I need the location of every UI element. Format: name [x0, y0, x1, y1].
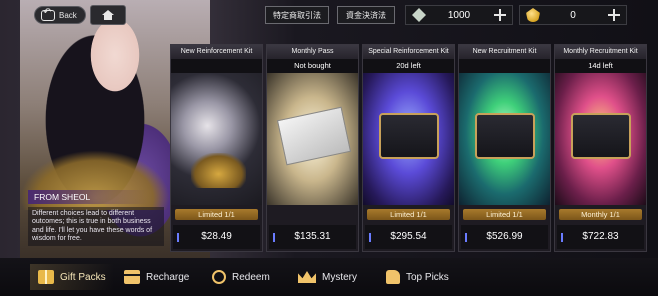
coin-amount: 0	[570, 9, 576, 21]
coin-currency: 0	[519, 5, 627, 25]
back-label: Back	[59, 10, 77, 20]
pack-status: Not bought	[267, 59, 358, 73]
story-panel: FROM SHEOL Different choices lead to dif…	[28, 190, 166, 264]
gift-icon	[38, 270, 54, 284]
pack-title: Monthly Pass	[267, 45, 358, 59]
pack-price-button[interactable]: $28.49	[173, 225, 260, 249]
pack-title: New Recruitment Kit	[459, 45, 550, 59]
bottom-nav: Gift Packs Recharge Redeem Mystery Top P…	[0, 258, 658, 296]
tab-mystery[interactable]: Mystery	[298, 264, 357, 290]
home-button[interactable]	[90, 5, 126, 25]
payment-law-button[interactable]: 資金決済法	[337, 6, 395, 24]
pack-price-button[interactable]: $135.31	[269, 225, 356, 249]
pack-title: Special Reinforcement Kit	[363, 45, 454, 59]
tab-label: Recharge	[146, 271, 190, 283]
coin-icon	[526, 8, 540, 22]
home-icon	[102, 10, 114, 20]
price-marker	[369, 233, 371, 242]
pack-card-new-recruitment-kit[interactable]: New Recruitment Kit Limited 1/1 $526.99	[458, 44, 551, 252]
pack-price-button[interactable]: $722.83	[557, 225, 644, 249]
price-marker	[465, 233, 467, 242]
pack-price-button[interactable]: $526.99	[461, 225, 548, 249]
pack-price: $28.49	[201, 231, 232, 242]
tab-recharge[interactable]: Recharge	[124, 264, 189, 290]
pack-status	[459, 59, 550, 73]
tab-gift-packs[interactable]: Gift Packs	[30, 264, 114, 290]
pack-limit-badge: Limited 1/1	[175, 209, 258, 220]
back-icon	[41, 7, 55, 21]
price-marker	[273, 233, 275, 242]
tab-label: Top Picks	[406, 271, 449, 283]
pack-limit-badge: Limited 1/1	[463, 209, 546, 220]
pack-limit-badge: Monthly 1/1	[559, 209, 642, 220]
chest-image	[475, 113, 535, 159]
pack-title: New Reinforcement Kit	[171, 45, 262, 59]
pack-image	[555, 73, 646, 205]
thumbs-up-icon	[386, 270, 400, 284]
back-button[interactable]: Back	[34, 6, 86, 24]
diamond-icon	[412, 8, 426, 22]
pack-image	[459, 73, 550, 205]
crown-icon	[298, 271, 316, 283]
redeem-icon	[212, 270, 226, 284]
pack-price: $295.54	[390, 231, 427, 242]
tab-label: Mystery	[322, 271, 357, 283]
plus-icon[interactable]	[492, 7, 508, 23]
story-text: Different choices lead to different outc…	[28, 207, 164, 247]
pack-price: $526.99	[486, 231, 523, 242]
pack-card-monthly-recruitment-kit[interactable]: Monthly Recruitment Kit 14d left Monthly…	[554, 44, 647, 252]
pack-image	[363, 73, 454, 205]
pack-status: 20d left	[363, 59, 454, 73]
chest-image	[571, 113, 631, 159]
card-icon	[124, 270, 140, 284]
price-marker	[177, 233, 179, 242]
pack-title: Monthly Recruitment Kit	[555, 45, 646, 59]
pack-card-monthly-pass[interactable]: Monthly Pass Not bought $135.31	[266, 44, 359, 252]
pack-status	[171, 59, 262, 73]
diamond-amount: 1000	[447, 9, 471, 21]
pack-image	[267, 73, 358, 205]
gift-pack-list: New Reinforcement Kit Limited 1/1 $28.49…	[170, 44, 658, 254]
tab-top-picks[interactable]: Top Picks	[386, 264, 449, 290]
price-marker	[561, 233, 563, 242]
tab-redeem[interactable]: Redeem	[212, 264, 270, 290]
pack-card-special-reinforcement-kit[interactable]: Special Reinforcement Kit 20d left Limit…	[362, 44, 455, 252]
pack-image	[171, 73, 262, 205]
chest-image	[379, 113, 439, 159]
pack-status: 14d left	[555, 59, 646, 73]
story-title: FROM SHEOL	[28, 190, 148, 204]
pack-price: $135.31	[294, 231, 331, 242]
tab-label: Gift Packs	[60, 271, 106, 283]
pack-limit-badge: Limited 1/1	[367, 209, 450, 220]
legal-notice-button[interactable]: 特定商取引法	[265, 6, 329, 24]
pack-price-button[interactable]: $295.54	[365, 225, 452, 249]
tab-label: Redeem	[232, 271, 270, 283]
plus-icon[interactable]	[606, 7, 622, 23]
diamond-currency: 1000	[405, 5, 513, 25]
pack-card-new-reinforcement-kit[interactable]: New Reinforcement Kit Limited 1/1 $28.49	[170, 44, 263, 252]
pack-price: $722.83	[582, 231, 619, 242]
